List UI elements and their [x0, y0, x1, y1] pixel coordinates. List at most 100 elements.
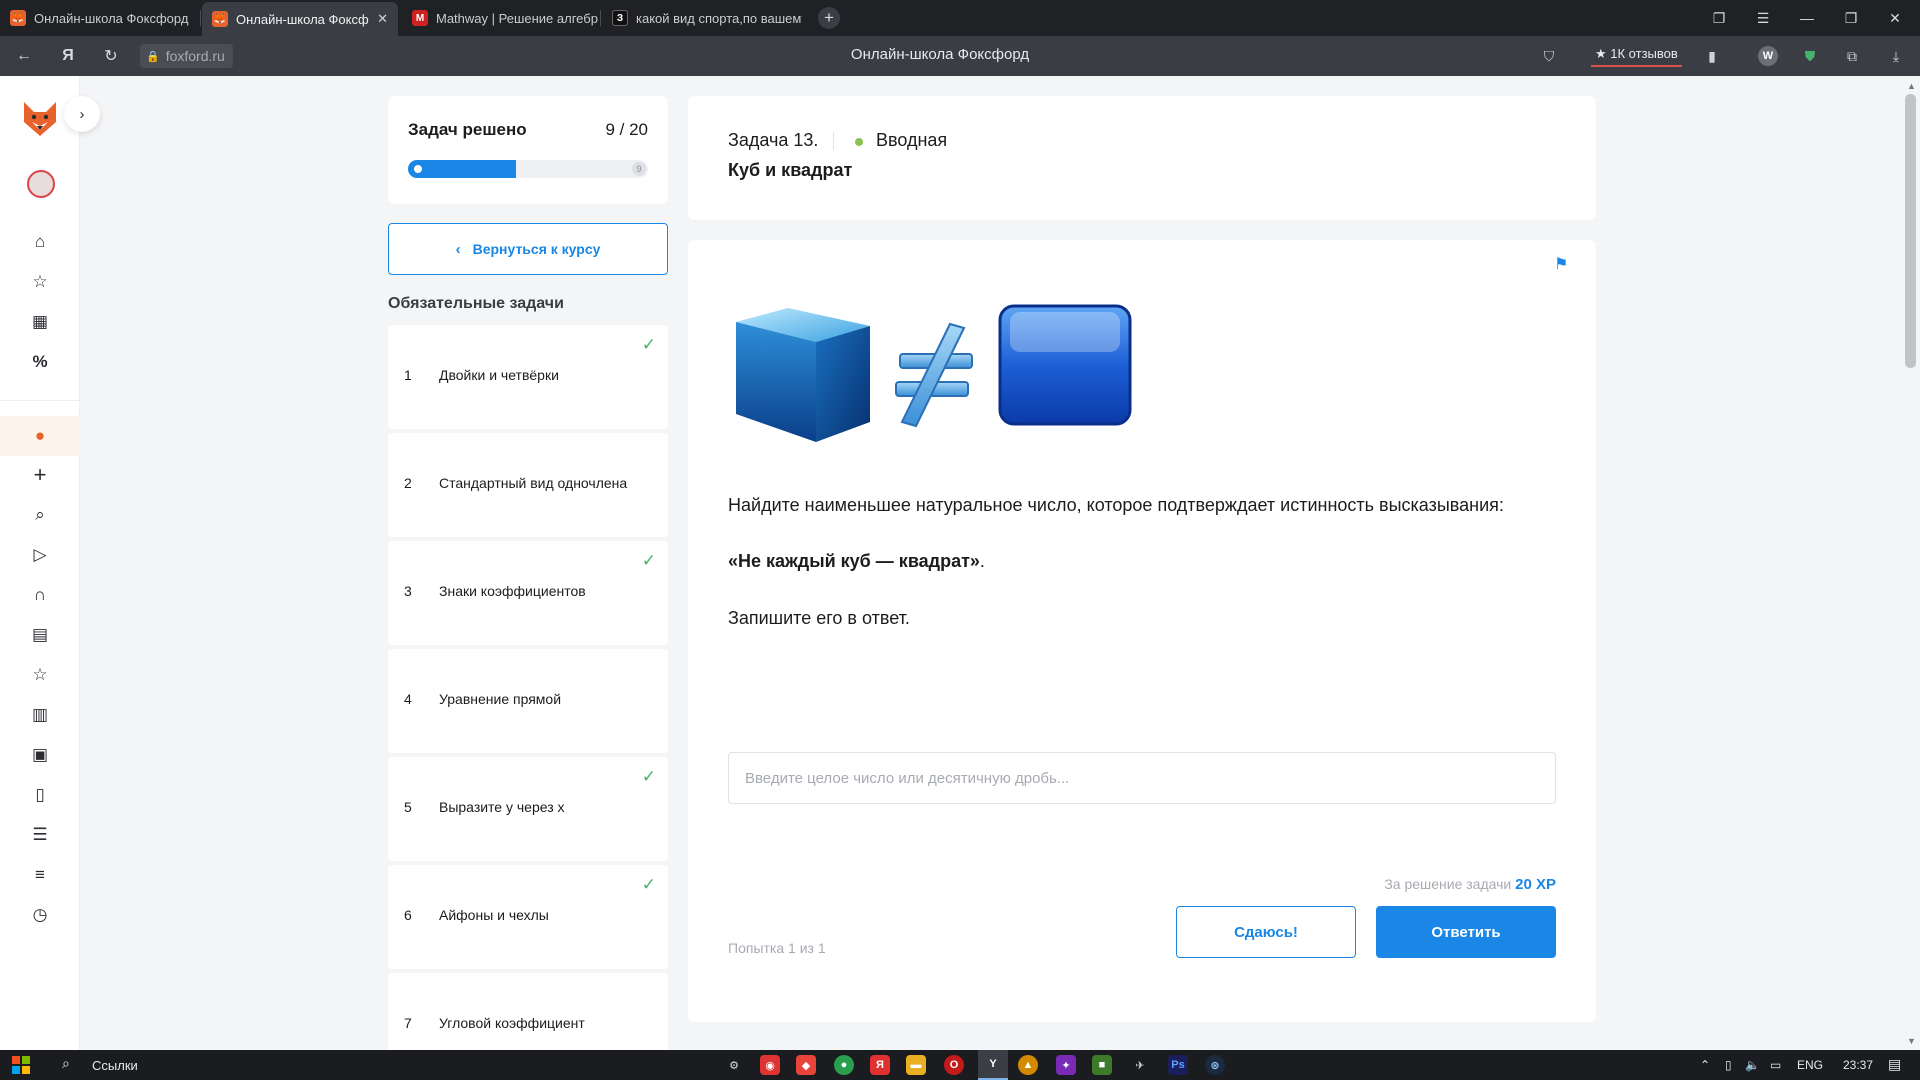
photoshop-icon[interactable]: Ps — [1168, 1055, 1188, 1075]
steam-icon[interactable]: ⊛ — [1205, 1055, 1225, 1075]
yandex-icon[interactable]: Я — [56, 44, 80, 68]
url-text: foxford.ru — [165, 48, 225, 64]
task-item-number: 2 — [404, 475, 412, 491]
rail-divider — [0, 400, 80, 401]
reload-icon[interactable]: ↻ — [99, 44, 123, 68]
expand-sidebar-button[interactable]: › — [64, 96, 100, 132]
tab-title: Онлайн-школа Фоксфорд — [34, 10, 189, 26]
shield-extension-icon[interactable]: ⛊ — [1799, 45, 1821, 67]
yandex-app-icon[interactable]: Я — [870, 1055, 890, 1075]
app-icon[interactable]: ✈ — [1130, 1055, 1150, 1075]
app-icon[interactable]: ● — [834, 1055, 854, 1075]
calendar-icon[interactable]: ▦ — [28, 310, 52, 334]
scroll-down-icon[interactable]: ▼ — [1903, 1033, 1920, 1049]
app-icon[interactable]: ✦ — [1056, 1055, 1076, 1075]
back-to-course-button[interactable]: ‹ Вернуться к курсу — [388, 223, 668, 275]
submit-answer-button[interactable]: Ответить — [1376, 906, 1556, 958]
reviews-badge[interactable]: ★ 1К отзывов — [1591, 43, 1682, 67]
tab-title: Онлайн-школа Фоксфорд — [236, 11, 369, 27]
tray-arrow-icon[interactable]: ⌃ — [1700, 1058, 1710, 1072]
task-list-item[interactable]: 1 Двойки и четвёрки ✓ — [388, 325, 668, 429]
download-icon[interactable]: ⤓ — [1885, 45, 1907, 67]
progress-count: 9 / 20 — [605, 120, 648, 139]
folder-icon[interactable]: ▬ — [906, 1055, 926, 1075]
new-tab-button[interactable]: + — [818, 7, 840, 29]
certificate-icon[interactable]: ▣ — [28, 743, 52, 767]
star-icon[interactable]: ☆ — [28, 270, 52, 294]
square-gloss — [1010, 312, 1120, 352]
search-icon[interactable]: ⌕ — [62, 1055, 70, 1072]
language-indicator[interactable]: ENG — [1797, 1058, 1823, 1072]
avatar[interactable] — [27, 170, 55, 198]
notifications-icon[interactable]: ▤ — [1888, 1056, 1901, 1073]
play-icon[interactable]: ▷ — [28, 543, 52, 567]
task-list-item[interactable]: 2 Стандартный вид одночлена — [388, 433, 668, 537]
back-arrow-icon[interactable]: ← — [12, 44, 36, 68]
headphones-icon[interactable]: ∩ — [28, 583, 52, 607]
browser-tab[interactable]: M Mathway | Решение алгебраических задач — [402, 4, 598, 32]
search-icon[interactable]: ⌕ — [28, 503, 52, 527]
browser-tab[interactable]: 🦊 Онлайн-школа Фоксфорд — [0, 4, 200, 32]
flag-icon[interactable]: ⚑ — [1554, 254, 1576, 276]
scroll-up-icon[interactable]: ▲ — [1903, 78, 1920, 94]
book-icon[interactable]: ▯ — [28, 783, 52, 807]
chevron-left-icon: ‹ — [455, 240, 461, 258]
clock-icon[interactable]: ◷ — [28, 903, 52, 927]
minecraft-icon[interactable]: ■ — [1092, 1055, 1112, 1075]
battery-icon[interactable]: ▯ — [1725, 1058, 1732, 1072]
cube-front-face — [736, 322, 816, 442]
divider — [833, 132, 834, 150]
list-icon[interactable]: ≡ — [28, 863, 52, 887]
scrollbar-thumb[interactable] — [1905, 94, 1916, 368]
plus-icon[interactable]: + — [28, 462, 52, 487]
percent-icon[interactable]: % — [28, 350, 52, 374]
presentation-icon[interactable]: ▤ — [28, 623, 52, 647]
star-outline-icon[interactable]: ☆ — [28, 663, 52, 687]
task-item-number: 7 — [404, 1015, 412, 1031]
opera-icon[interactable]: O — [944, 1055, 964, 1075]
question-text: Найдите наименьшее натуральное число, ко… — [728, 495, 1504, 515]
close-window-icon[interactable]: ✕ — [1873, 0, 1917, 36]
document-icon[interactable]: ☰ — [28, 823, 52, 847]
clock-text[interactable]: 23:37 — [1843, 1058, 1873, 1072]
give-up-button[interactable]: Сдаюсь! — [1176, 906, 1356, 958]
settings-icon[interactable]: ⚙ — [724, 1055, 744, 1075]
question-instruction: Запишите его в ответ. — [728, 608, 910, 628]
tab-title: Mathway | Решение алгебраических задач — [436, 10, 598, 26]
network-icon[interactable]: ▭ — [1770, 1058, 1781, 1072]
app-icon[interactable]: ◆ — [796, 1055, 816, 1075]
cube-not-square-illustration — [736, 304, 1132, 442]
browser-tab-active[interactable]: 🦊 Онлайн-школа Фоксфорд ✕ — [202, 2, 398, 36]
answer-input[interactable] — [728, 752, 1556, 804]
task-list-item[interactable]: 5 Выразите y через x ✓ — [388, 757, 668, 861]
protect-icon[interactable]: ⛉ — [1538, 45, 1560, 67]
windows-taskbar: ⌕ Ссылки ⚙ ◉ ◆ ● Я ▬ O Y ▲ ✦ ■ ✈ Ps ⊛ ⌃ … — [0, 1050, 1920, 1080]
menu-icon[interactable]: ☰ — [1741, 0, 1785, 36]
yandex-browser-icon[interactable]: Y — [978, 1050, 1008, 1080]
profile-avatar[interactable]: W — [1758, 46, 1778, 66]
browser-tab[interactable]: З какой вид спорта,по вашему — [602, 4, 802, 32]
archive-icon[interactable]: ▥ — [28, 703, 52, 727]
flame-icon[interactable]: ● — [28, 424, 52, 448]
windows-start-icon[interactable] — [12, 1056, 30, 1074]
collections-icon[interactable]: ❐ — [1697, 0, 1741, 36]
foxford-logo-icon[interactable] — [22, 100, 58, 138]
task-item-name: Уравнение прямой — [439, 691, 562, 707]
extensions-icon[interactable]: ⧉ — [1841, 45, 1863, 67]
home-icon[interactable]: ⌂ — [28, 230, 52, 254]
app-icon[interactable]: ▲ — [1018, 1055, 1038, 1075]
taskbar-search-label[interactable]: Ссылки — [92, 1058, 138, 1073]
app-icon[interactable]: ◉ — [760, 1055, 780, 1075]
task-list-item[interactable]: 3 Знаки коэффициентов ✓ — [388, 541, 668, 645]
minimize-icon[interactable]: — — [1785, 0, 1829, 36]
task-type: Вводная — [876, 130, 948, 150]
bookmark-icon[interactable]: ▮ — [1701, 45, 1723, 67]
progress-end-marker: 9 — [632, 162, 646, 176]
volume-icon[interactable]: 🔈 — [1745, 1058, 1760, 1072]
restore-icon[interactable]: ❐ — [1829, 0, 1873, 36]
url-field[interactable]: 🔒 foxford.ru — [140, 44, 233, 68]
task-list-item[interactable]: 4 Уравнение прямой — [388, 649, 668, 753]
close-icon[interactable]: ✕ — [377, 11, 388, 27]
task-list-item[interactable]: 6 Айфоны и чехлы ✓ — [388, 865, 668, 969]
tab-title: какой вид спорта,по вашему — [636, 10, 802, 26]
